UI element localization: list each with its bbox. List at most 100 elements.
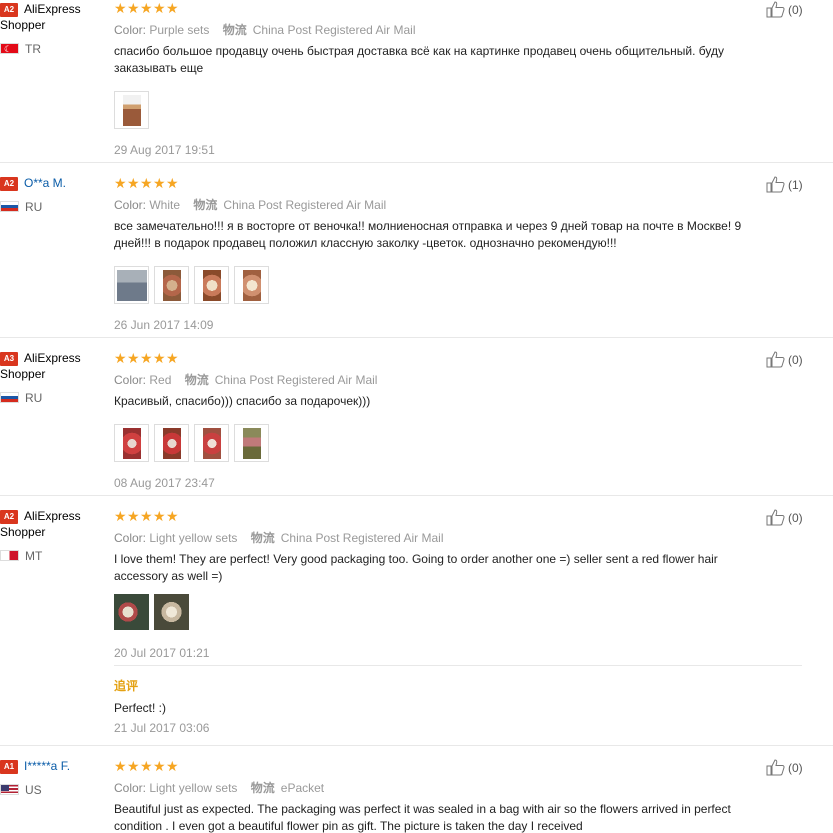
reviewer-country: RU [0, 200, 42, 214]
helpful-button[interactable]: (0) [766, 1, 803, 19]
reviewer-name[interactable]: AliExpress [24, 351, 81, 365]
star-icon: ★ [127, 175, 140, 191]
order-info: Color: Red 物流 China Post Registered Air M… [114, 372, 774, 388]
logistics-value: ePacket [280, 781, 325, 795]
reviewer-name[interactable]: AliExpress [24, 2, 81, 16]
logistics-label: 物流 [222, 23, 247, 37]
helpful-count: (1) [788, 178, 803, 192]
helpful-count: (0) [788, 511, 803, 525]
logistics-value: China Post Registered Air Mail [223, 198, 387, 212]
reviewer-name[interactable]: I*****a F. [24, 759, 70, 773]
star-icon: ★ [127, 758, 140, 774]
helpful-button[interactable]: (1) [766, 176, 803, 194]
logistics-value: China Post Registered Air Mail [252, 23, 416, 37]
star-icon: ★ [153, 350, 166, 366]
helpful-button[interactable]: (0) [766, 351, 803, 369]
color-value: White [149, 198, 181, 212]
review-text: все замечательно!!! я в восторге от вено… [114, 219, 742, 250]
reviewer-name-line2[interactable]: Shopper [0, 366, 105, 382]
star-icon: ★ [114, 758, 127, 774]
star-icon: ★ [140, 0, 153, 16]
review-photo[interactable] [154, 266, 189, 304]
thumbs-up-icon [766, 176, 785, 193]
star-icon: ★ [166, 0, 179, 16]
star-icon: ★ [166, 508, 179, 524]
star-icon: ★ [140, 175, 153, 191]
review-photo[interactable] [234, 424, 269, 462]
order-info: Color: Light yellow sets 物流 ePacket [114, 780, 774, 796]
thumbs-up-icon [766, 1, 785, 18]
reviewer-info: A2 O**a M. [0, 175, 105, 191]
review-date: 08 Aug 2017 23:47 [114, 476, 215, 490]
color-value: Red [149, 373, 172, 387]
flag-icon [0, 784, 19, 795]
level-badge: A3 [0, 352, 18, 366]
star-icon: ★ [153, 0, 166, 16]
star-icon: ★ [114, 508, 127, 524]
color-value: Purple sets [149, 23, 210, 37]
color-label: Color: [114, 373, 147, 387]
star-icon: ★ [140, 508, 153, 524]
review-content: ★★★★★ Color: Light yellow sets 物流 China P… [114, 509, 774, 660]
review-photos [114, 594, 774, 632]
reviewer-name[interactable]: O**a M. [24, 176, 66, 190]
helpful-button[interactable]: (0) [766, 509, 803, 527]
star-icon: ★ [166, 175, 179, 191]
reviewer-name[interactable]: AliExpress [24, 509, 81, 523]
level-badge: A1 [0, 760, 18, 774]
level-badge: A2 [0, 510, 18, 524]
review-photo[interactable] [194, 424, 229, 462]
star-icon: ★ [114, 0, 127, 16]
thumbs-up-icon [766, 351, 785, 368]
color-value: Light yellow sets [149, 781, 238, 795]
review-photo[interactable] [114, 594, 149, 632]
review-photo[interactable] [234, 266, 269, 304]
review-item: A2AliExpress Shopper TR ★★★★★ Color: Pur… [0, 0, 833, 163]
reviewer-name-line2[interactable]: Shopper [0, 524, 105, 540]
review-photos [114, 91, 774, 129]
flag-icon [0, 550, 19, 561]
rating-stars: ★★★★★ [114, 1, 774, 15]
review-photos [114, 424, 774, 462]
review-photo[interactable] [114, 424, 149, 462]
review-text: I love them! They are perfect! Very good… [114, 552, 718, 583]
reviewer-country: US [0, 783, 42, 797]
star-icon: ★ [127, 508, 140, 524]
review-date: 29 Aug 2017 19:51 [114, 143, 215, 157]
review-photo[interactable] [114, 266, 149, 304]
review-item: A3 AliExpress Shopper RU ★★★★★ Color: Red… [0, 338, 833, 496]
helpful-count: (0) [788, 3, 803, 17]
star-icon: ★ [166, 758, 179, 774]
helpful-button[interactable]: (0) [766, 759, 803, 777]
level-badge: A2 [0, 177, 18, 191]
review-photo[interactable] [154, 424, 189, 462]
review-content: ★★★★★ Color: Red 物流 China Post Registered… [114, 351, 774, 490]
reviewer-info: A3 AliExpress Shopper [0, 350, 105, 382]
star-icon: ★ [166, 350, 179, 366]
logistics-label: 物流 [184, 373, 209, 387]
thumbs-up-icon [766, 509, 785, 526]
review-photo[interactable] [114, 91, 149, 129]
followup-divider [114, 665, 802, 666]
reviewer-name-line2[interactable]: Shopper [0, 17, 105, 33]
reviewer-country: MT [0, 549, 42, 563]
rating-stars: ★★★★★ [114, 351, 774, 365]
review-text: Красивый, спасибо))) спасибо за подароче… [114, 394, 371, 408]
star-icon: ★ [140, 758, 153, 774]
star-icon: ★ [114, 350, 127, 366]
logistics-label: 物流 [193, 198, 218, 212]
review-item: A2 O**a M. RU ★★★★★ Color: White 物流 China … [0, 163, 833, 338]
review-photo[interactable] [194, 266, 229, 304]
flag-icon [0, 201, 19, 212]
logistics-value: China Post Registered Air Mail [214, 373, 378, 387]
review-photo[interactable] [154, 594, 189, 632]
order-info: Color: Purple sets 物流 China Post Register… [114, 22, 774, 38]
star-icon: ★ [153, 508, 166, 524]
star-icon: ★ [140, 350, 153, 366]
review-content: ★★★★★ Color: White 物流 China Post Register… [114, 176, 774, 332]
followup-text: Perfect! :) [114, 701, 167, 715]
color-value: Light yellow sets [149, 531, 238, 545]
reviewer-info: A1 I*****a F. [0, 758, 105, 774]
helpful-count: (0) [788, 353, 803, 367]
color-label: Color: [114, 198, 147, 212]
